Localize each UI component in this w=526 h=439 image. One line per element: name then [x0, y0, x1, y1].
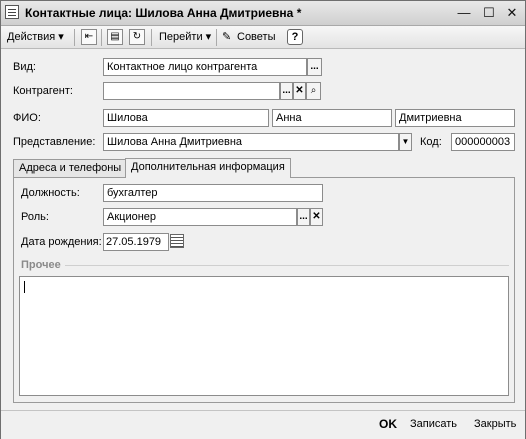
representation-field[interactable]: Шилова Анна Дмитриевна	[103, 133, 399, 151]
contact-window: Контактные лица: Шилова Анна Дмитриевна …	[0, 0, 526, 439]
kind-select-button[interactable]: ...	[307, 58, 322, 76]
birth-date-field[interactable]: 27.05.1979	[103, 233, 169, 251]
group-divider	[65, 265, 509, 266]
document-icon[interactable]: ▤	[107, 29, 123, 45]
tab-additional-info[interactable]: Дополнительная информация	[125, 158, 291, 178]
role-label: Роль:	[21, 211, 49, 223]
goto-menu[interactable]: Перейти ▾	[159, 29, 211, 45]
kind-field[interactable]: Контактное лицо контрагента	[103, 58, 307, 76]
code-field[interactable]: 000000003	[451, 133, 515, 151]
tab-addresses-phones[interactable]: Адреса и телефоны	[13, 159, 128, 177]
role-field[interactable]: Акционер	[103, 208, 297, 226]
toolbar-separator	[74, 29, 75, 46]
counterparty-field[interactable]	[103, 82, 280, 100]
minimize-button[interactable]: —	[456, 5, 472, 21]
footer-bar: OK Записать Закрыть	[1, 410, 525, 439]
toolbar-separator	[101, 29, 102, 46]
form-icon	[5, 5, 19, 19]
toolbar-separator	[216, 29, 217, 46]
first-name-field[interactable]: Анна	[272, 109, 392, 127]
role-clear-button[interactable]: ✕	[310, 208, 323, 226]
last-name-field[interactable]: Шилова	[103, 109, 269, 127]
save-button[interactable]: Записать	[410, 418, 457, 430]
toolbar: Действия ▾ ⇤ ▤ ↻ Перейти ▾ ✎ Советы ?	[1, 26, 525, 49]
representation-label: Представление:	[13, 136, 96, 148]
representation-dropdown-button[interactable]: ▼	[399, 133, 412, 151]
arrow-left-icon[interactable]: ⇤	[81, 29, 97, 45]
text-caret	[24, 281, 25, 293]
advice-icon[interactable]: ✎	[222, 29, 231, 45]
ok-button[interactable]: OK	[379, 417, 397, 431]
counterparty-clear-button[interactable]: ✕	[293, 82, 306, 100]
maximize-button[interactable]: ☐	[481, 5, 497, 21]
calendar-icon[interactable]	[170, 234, 184, 248]
other-group-title: Прочее	[21, 259, 61, 271]
counterparty-search-icon[interactable]: ⌕	[306, 82, 321, 100]
middle-name-field[interactable]: Дмитриевна	[395, 109, 515, 127]
position-label: Должность:	[21, 187, 80, 199]
counterparty-label: Контрагент:	[13, 85, 73, 97]
position-field[interactable]: бухгалтер	[103, 184, 323, 202]
tips-button[interactable]: Советы	[237, 29, 275, 45]
close-button[interactable]: Закрыть	[474, 418, 516, 430]
role-select-button[interactable]: ...	[297, 208, 310, 226]
code-label: Код:	[420, 136, 442, 148]
toolbar-separator	[151, 29, 152, 46]
actions-menu[interactable]: Действия ▾	[7, 29, 64, 45]
birth-date-label: Дата рождения:	[21, 236, 102, 248]
fio-label: ФИО:	[13, 112, 41, 124]
other-memo-field[interactable]	[19, 276, 509, 396]
refresh-document-icon[interactable]: ↻	[129, 29, 145, 45]
title-bar[interactable]: Контактные лица: Шилова Анна Дмитриевна …	[1, 1, 525, 26]
window-title: Контактные лица: Шилова Анна Дмитриевна …	[25, 6, 302, 20]
kind-label: Вид:	[13, 61, 36, 73]
help-button[interactable]: ?	[287, 29, 303, 45]
close-window-button[interactable]: ✕	[504, 5, 520, 21]
counterparty-select-button[interactable]: ...	[280, 82, 293, 100]
